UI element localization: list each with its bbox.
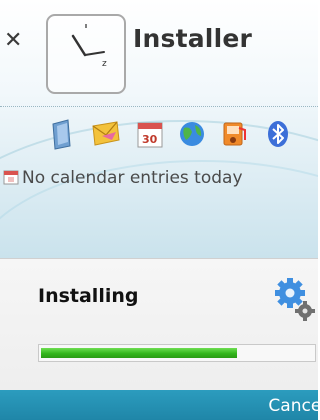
installer-dialog: Installing [0, 258, 318, 391]
analog-clock-icon: z [71, 24, 107, 69]
cancel-softkey[interactable]: Cancel [268, 396, 318, 416]
calendar-date: 30 [142, 133, 158, 146]
messaging-icon[interactable] [90, 118, 120, 150]
calendar-small-icon [3, 169, 19, 190]
divider [0, 106, 318, 107]
clock-widget[interactable]: z [46, 14, 126, 94]
web-browser-icon[interactable] [176, 118, 206, 150]
calendar-status[interactable]: No calendar entries today [3, 168, 318, 192]
gears-icon [272, 275, 318, 323]
screen: ✕ z Installer 30 No calendar entries tod… [0, 0, 318, 420]
dialog-title: Installing [38, 285, 139, 307]
contacts-icon[interactable] [48, 118, 78, 150]
app-title: Installer [133, 24, 253, 53]
close-icon[interactable]: ✕ [4, 30, 26, 52]
home-screen: ✕ z Installer 30 No calendar entries tod… [0, 0, 318, 262]
shortcut-bar: 30 [48, 118, 318, 152]
bluetooth-icon[interactable] [262, 118, 292, 150]
install-progress-bar [38, 344, 316, 362]
music-player-icon[interactable] [218, 118, 248, 150]
progress-fill [41, 348, 237, 358]
calendar-icon[interactable]: 30 [134, 118, 164, 150]
calendar-status-text: No calendar entries today [22, 168, 243, 188]
clock-digit: z [102, 59, 107, 69]
softkey-bar: Cancel [0, 390, 318, 420]
